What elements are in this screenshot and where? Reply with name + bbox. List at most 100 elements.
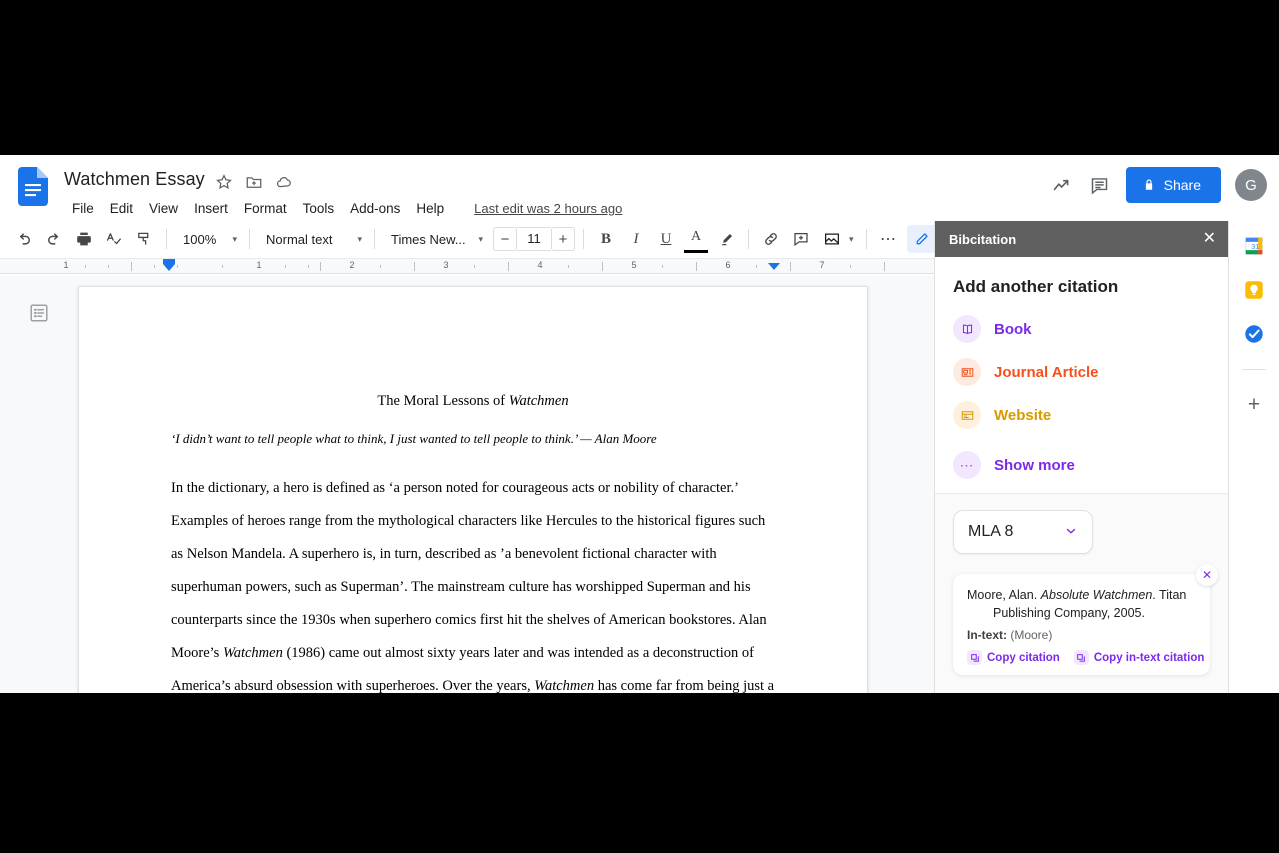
menu-help[interactable]: Help — [408, 199, 452, 218]
menu-insert[interactable]: Insert — [186, 199, 236, 218]
print-icon[interactable] — [70, 225, 98, 253]
chevron-down-icon — [1064, 524, 1078, 541]
document-page[interactable]: The Moral Lessons of Watchmen ‘I didn’t … — [78, 286, 868, 693]
formatting-toolbar: 100% ▾ Normal text ▾ Times New... ▾ − 11… — [0, 220, 980, 258]
add-comment-icon[interactable] — [787, 225, 815, 253]
menu-view[interactable]: View — [141, 199, 186, 218]
menu-format[interactable]: Format — [236, 199, 295, 218]
document-ruler[interactable]: 1 1 2 3 4 5 6 7 — [0, 258, 935, 274]
zoom-dropdown[interactable]: 100% ▾ — [175, 225, 241, 253]
heading-plain: The Moral Lessons of — [377, 393, 509, 409]
left-indent-marker[interactable] — [163, 264, 175, 271]
copy-icon — [967, 650, 982, 666]
heading-italic: Watchmen — [508, 393, 569, 409]
copy-icon — [1073, 650, 1089, 666]
menu-edit[interactable]: Edit — [102, 199, 141, 218]
citation-type-book[interactable]: Book — [953, 315, 1210, 343]
more-options-icon[interactable]: ⋯ — [875, 225, 903, 253]
right-indent-marker[interactable] — [768, 263, 780, 270]
ruler-number: 4 — [537, 260, 543, 270]
comment-history-icon[interactable] — [1088, 173, 1112, 197]
editor-canvas: The Moral Lessons of Watchmen ‘I didn’t … — [0, 276, 935, 693]
font-size-value[interactable]: 11 — [517, 227, 551, 251]
image-icon — [823, 230, 841, 248]
citation-title: Absolute Watchmen — [1040, 588, 1153, 602]
last-edit-link[interactable]: Last edit was 2 hours ago — [474, 201, 622, 216]
document-title[interactable]: Watchmen Essay — [64, 169, 205, 190]
menu-addons[interactable]: Add-ons — [342, 199, 408, 218]
remove-citation-icon[interactable]: ✕ — [1196, 564, 1218, 586]
ruler-number: 7 — [819, 260, 825, 270]
google-keep-icon[interactable] — [1243, 279, 1265, 301]
svg-text:31: 31 — [1251, 242, 1259, 251]
document-outline-toggle-icon[interactable] — [28, 302, 50, 324]
toolbar-divider — [865, 229, 867, 249]
citation-type-label: Website — [994, 406, 1052, 424]
copy-actions: Copy citation Copy in-text citation — [967, 650, 1204, 666]
add-citation-section: Add another citation Book Journal Articl… — [935, 257, 1228, 493]
lock-icon — [1145, 179, 1152, 190]
close-icon[interactable]: ✕ — [1203, 231, 1216, 247]
redo-icon[interactable] — [40, 225, 68, 253]
paragraph-style-value: Normal text — [266, 231, 333, 247]
google-tasks-icon[interactable] — [1243, 323, 1265, 345]
avatar[interactable]: G — [1235, 169, 1267, 201]
document-epigraph: ‘I didn’t want to tell people what to th… — [171, 430, 657, 446]
chevron-down-icon: ▾ — [357, 233, 362, 244]
toolbar-divider — [249, 229, 250, 249]
citation-type-label: Journal Article — [994, 363, 1099, 381]
copy-in-text-label: Copy in-text citation — [1093, 651, 1205, 664]
trending-up-icon[interactable] — [1050, 173, 1074, 197]
copy-citation-button[interactable]: Copy citation — [967, 650, 1060, 666]
document-heading: The Moral Lessons of Watchmen — [171, 393, 775, 410]
journal-icon — [953, 358, 981, 386]
citation-type-website[interactable]: Website — [953, 401, 1210, 429]
citation-type-show-more[interactable]: ⋯ Show more — [953, 451, 1210, 479]
font-family-dropdown[interactable]: Times New... ▾ — [383, 225, 487, 253]
ruler-track: 1 1 2 3 4 5 6 7 — [0, 259, 935, 273]
toolbar-divider — [748, 229, 749, 249]
in-text-citation: In-text: (Moore) — [967, 628, 1196, 642]
chevron-down-icon: ▾ — [232, 233, 237, 244]
add-addon-icon[interactable]: + — [1248, 394, 1260, 415]
book-icon — [953, 315, 981, 343]
undo-icon[interactable] — [10, 225, 38, 253]
toolbar-divider — [166, 229, 167, 249]
share-label: Share — [1163, 177, 1201, 193]
paragraph-line: obsession with superheroes. Over the yea… — [276, 677, 535, 693]
ruler-number: 6 — [725, 260, 731, 270]
spellcheck-icon[interactable] — [100, 225, 128, 253]
chevron-down-icon: ▾ — [849, 233, 854, 244]
citation-style-dropdown[interactable]: MLA 8 — [953, 510, 1093, 554]
decrease-font-size-button[interactable]: − — [493, 227, 517, 251]
underline-button[interactable]: U — [652, 225, 680, 253]
citation-type-label: Book — [994, 320, 1032, 338]
citation-type-journal-article[interactable]: Journal Article — [953, 358, 1210, 386]
increase-font-size-button[interactable]: + — [551, 227, 575, 251]
move-to-folder-icon[interactable] — [245, 173, 263, 191]
paragraph-style-dropdown[interactable]: Normal text ▾ — [258, 225, 366, 253]
copy-in-text-citation-button[interactable]: Copy in-text citation — [1073, 650, 1205, 666]
text-color-button[interactable]: A — [682, 225, 710, 253]
highlight-color-icon[interactable] — [712, 225, 740, 253]
document-body[interactable]: The Moral Lessons of Watchmen ‘I didn’t … — [79, 287, 867, 693]
citation-output-section: MLA 8 ✕ Moore, Alan. Absolute Watchmen. … — [935, 493, 1228, 693]
star-icon[interactable] — [215, 173, 233, 191]
paint-format-icon[interactable] — [130, 225, 158, 253]
screenshot-stage: Watchmen Essay File Edit View Insert For… — [0, 0, 1279, 853]
insert-link-icon[interactable] — [757, 225, 785, 253]
google-docs-logo-icon — [18, 167, 48, 206]
paragraph-line: In the dictionary, a hero is defined as … — [171, 479, 738, 496]
google-calendar-icon[interactable]: 31 — [1243, 235, 1265, 257]
bold-button[interactable]: B — [592, 225, 620, 253]
insert-image-dropdown[interactable]: ▾ — [817, 225, 858, 253]
menu-tools[interactable]: Tools — [295, 199, 343, 218]
ruler-number: 5 — [631, 260, 637, 270]
menu-file[interactable]: File — [64, 199, 102, 218]
italic-button[interactable]: I — [622, 225, 650, 253]
cloud-saved-icon[interactable] — [275, 173, 293, 191]
font-size-stepper: − 11 + — [493, 227, 575, 251]
share-button[interactable]: Share — [1125, 167, 1221, 203]
google-docs-window: Watchmen Essay File Edit View Insert For… — [0, 155, 1279, 693]
ellipsis-icon: ⋯ — [953, 451, 981, 479]
